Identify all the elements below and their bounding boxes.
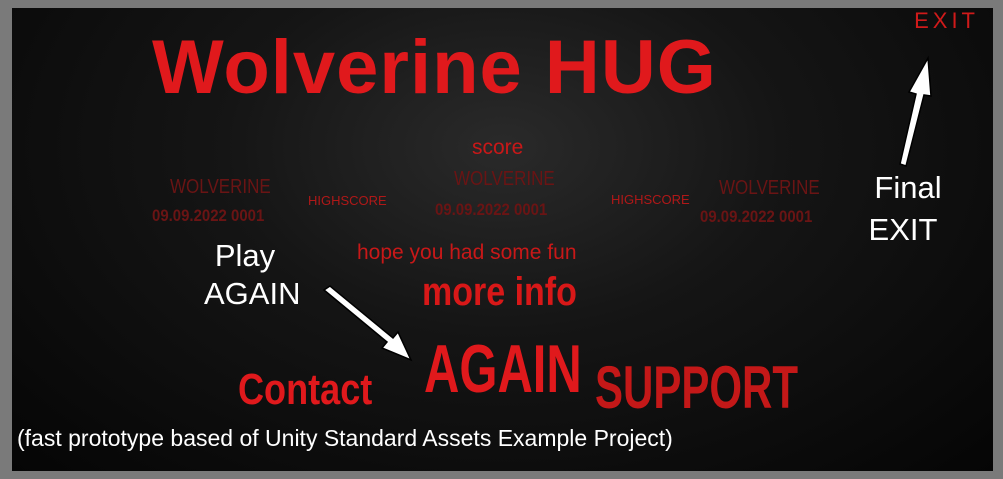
- arrow-to-again-icon: [322, 285, 413, 362]
- annotation-arrows: [322, 55, 932, 362]
- arrow-to-exit-icon: [899, 55, 932, 167]
- game-screen: Wolverine HUG EXIT score WOLVERINE 09.09…: [12, 8, 993, 471]
- footer-note: (fast prototype based of Unity Standard …: [17, 425, 673, 451]
